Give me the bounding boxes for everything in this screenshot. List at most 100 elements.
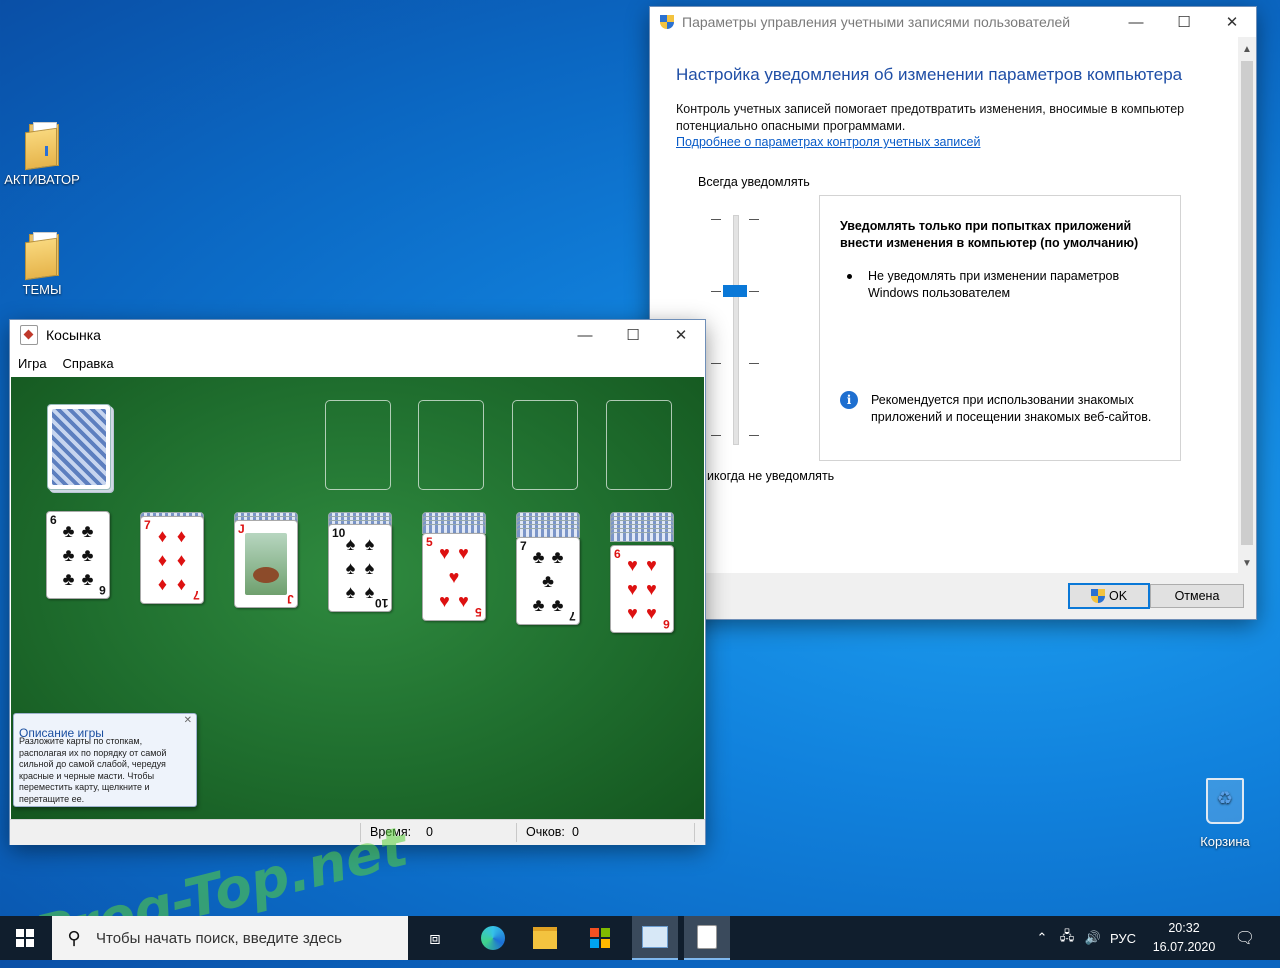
minimize-button[interactable]: —	[1112, 7, 1160, 37]
slider-tick	[711, 291, 721, 292]
level-title: Уведомлять только при попытках приложени…	[840, 219, 1139, 250]
chevron-up-icon[interactable]: ⌃	[1030, 930, 1054, 946]
minimize-button[interactable]: —	[561, 320, 609, 350]
card-pips: ♠ ♠ ♠ ♠ ♠ ♠	[345, 534, 375, 602]
tableau-card[interactable]: 7 ♦ ♦ ♦ ♦ ♦ ♦ 7	[140, 516, 204, 604]
scrollbar-thumb[interactable]	[1241, 61, 1253, 545]
uac-content: Настройка уведомления об изменении парам…	[650, 37, 1238, 573]
slider-tick	[749, 363, 759, 364]
foundation-slot[interactable]	[606, 400, 672, 490]
vertical-scrollbar[interactable]: ▲ ▼	[1238, 37, 1256, 573]
learn-more-link[interactable]: Подробнее о параметрах контроля учетных …	[676, 135, 980, 149]
card-pips: ♣ ♣ ♣ ♣ ♣ ♣	[62, 521, 94, 589]
slider-tick	[711, 219, 721, 220]
card-rank-bottom: 10	[374, 596, 388, 610]
taskbar-solitaire[interactable]	[684, 916, 730, 960]
uac-settings-window: Параметры управления учетными записями п…	[650, 7, 1256, 619]
folder-icon	[25, 122, 59, 171]
start-button[interactable]	[0, 916, 50, 960]
language-indicator[interactable]: РУС	[1106, 931, 1140, 946]
taskbar-edge[interactable]	[470, 916, 516, 960]
foundation-slot[interactable]	[418, 400, 484, 490]
window-title: Косынка	[46, 327, 101, 343]
solitaire-app-icon	[20, 325, 38, 345]
cancel-button-label: Отмена	[1174, 589, 1220, 603]
card-rank-bottom: 7	[193, 588, 200, 602]
card-rank-bottom: J	[287, 592, 294, 606]
taskbar-search-box[interactable]: ⚲ Чтобы начать поиск, введите здесь	[52, 916, 408, 960]
tableau-card[interactable]: 6 ♥ ♥ ♥ ♥ ♥ ♥ 6	[610, 545, 674, 633]
close-button[interactable]: ✕	[657, 320, 705, 350]
card-back-pattern	[52, 409, 106, 485]
ok-button-label: OK	[1108, 589, 1128, 603]
desktop-icon-label: ТЕМЫ	[22, 282, 62, 297]
close-button[interactable]: ✕	[1208, 7, 1256, 37]
uac-shield-icon	[660, 15, 674, 29]
notifications-icon[interactable]: 🗨	[1228, 916, 1262, 960]
task-view-button[interactable]: ⧈	[412, 916, 458, 960]
score-value: 0	[572, 825, 579, 839]
window-title: Параметры управления учетными записями п…	[682, 14, 1071, 30]
control-panel-icon	[642, 926, 668, 948]
desktop-icon-recycle-bin[interactable]: Корзина	[1190, 778, 1260, 849]
slider-top-label: Всегда уведомлять	[698, 175, 810, 189]
card-pips: ♦ ♦ ♦ ♦ ♦ ♦	[157, 526, 187, 594]
taskbar-uac-settings[interactable]	[632, 916, 678, 960]
taskbar-store[interactable]	[577, 916, 623, 960]
scroll-down-icon[interactable]: ▼	[1238, 555, 1256, 573]
uac-shield-icon	[1090, 589, 1105, 603]
cancel-button[interactable]: Отмена	[1150, 584, 1244, 608]
windows-logo-icon	[16, 929, 34, 947]
taskbar-clock[interactable]: 20:32 16.07.2020	[1145, 919, 1223, 957]
jack-picture	[245, 533, 287, 595]
game-help-tooltip: ✕ Описание игры Разложите карты по стопк…	[13, 713, 197, 807]
card-rank: 7	[144, 518, 151, 532]
system-tray: ⌃ 🖧 🔊 РУС	[1030, 916, 1140, 960]
slider-tick	[711, 435, 721, 436]
tableau-card[interactable]: 5 ♥ ♥ ♥ ♥ ♥ 5	[422, 533, 486, 621]
network-icon[interactable]: 🖧	[1054, 927, 1080, 949]
slider-tick	[749, 435, 759, 436]
face-down-card	[610, 532, 674, 542]
slider-tick	[749, 219, 759, 220]
status-divider	[516, 823, 517, 842]
uac-slider-thumb[interactable]	[723, 285, 747, 297]
bullet-icon	[847, 274, 852, 279]
scroll-up-icon[interactable]: ▲	[1238, 41, 1256, 59]
foundation-slot[interactable]	[512, 400, 578, 490]
card-rank-bottom: 5	[475, 605, 482, 619]
uac-titlebar[interactable]: Параметры управления учетными записями п…	[650, 7, 1256, 37]
close-icon[interactable]: ✕	[184, 715, 192, 726]
ok-button[interactable]: OK	[1068, 583, 1150, 609]
volume-icon[interactable]: 🔊	[1080, 930, 1106, 946]
tableau-card[interactable]: 6 ♣ ♣ ♣ ♣ ♣ ♣ 6	[46, 511, 110, 599]
tableau-card[interactable]: J J	[234, 520, 298, 608]
status-divider	[694, 823, 695, 842]
menu-game[interactable]: Игра	[18, 356, 47, 371]
card-rank-bottom: 6	[663, 617, 670, 631]
stock-pile[interactable]	[47, 404, 111, 490]
maximize-button[interactable]: ☐	[1160, 7, 1208, 37]
menu-help[interactable]: Справка	[63, 356, 114, 371]
foundation-slot[interactable]	[325, 400, 391, 490]
taskbar-explorer[interactable]	[522, 916, 568, 960]
uac-description: Контроль учетных записей помогает предот…	[676, 102, 1185, 133]
desktop-icon-themes[interactable]: ТЕМЫ	[2, 232, 82, 297]
uac-slider-track[interactable]	[733, 215, 739, 445]
level-recommendation: Рекомендуется при использовании знакомых…	[871, 393, 1152, 424]
tableau-card[interactable]: 7 ♣ ♣ ♣ ♣ ♣ 7	[516, 537, 580, 625]
solitaire-window: Косынка — ☐ ✕ Игра Справка 6 ♣ ♣ ♣ ♣ ♣ ♣ 6 7 …	[10, 320, 705, 845]
slider-tick	[749, 291, 759, 292]
page-heading: Настройка уведомления об изменении парам…	[676, 65, 1183, 84]
maximize-button[interactable]: ☐	[609, 320, 657, 350]
edge-browser-icon	[481, 926, 505, 950]
tableau-card[interactable]: 10 ♠ ♠ ♠ ♠ ♠ ♠ 10	[328, 524, 392, 612]
search-icon: ⚲	[67, 927, 81, 948]
solitaire-titlebar[interactable]: Косынка — ☐ ✕	[10, 320, 705, 350]
card-pips: ♥ ♥ ♥ ♥ ♥ ♥	[627, 555, 657, 623]
search-placeholder: Чтобы начать поиск, введите здесь	[96, 929, 342, 947]
task-view-icon: ⧈	[429, 927, 441, 948]
desktop-icon-activator[interactable]: АКТИВАТОР	[2, 122, 82, 187]
card-rank: 6	[50, 513, 57, 527]
game-table[interactable]: 6 ♣ ♣ ♣ ♣ ♣ ♣ 6 7 ♦ ♦ ♦ ♦ ♦ ♦ 7 J J 10 ♠ ♠ ♠ ♠ ♠ ♠ 10	[11, 377, 704, 819]
